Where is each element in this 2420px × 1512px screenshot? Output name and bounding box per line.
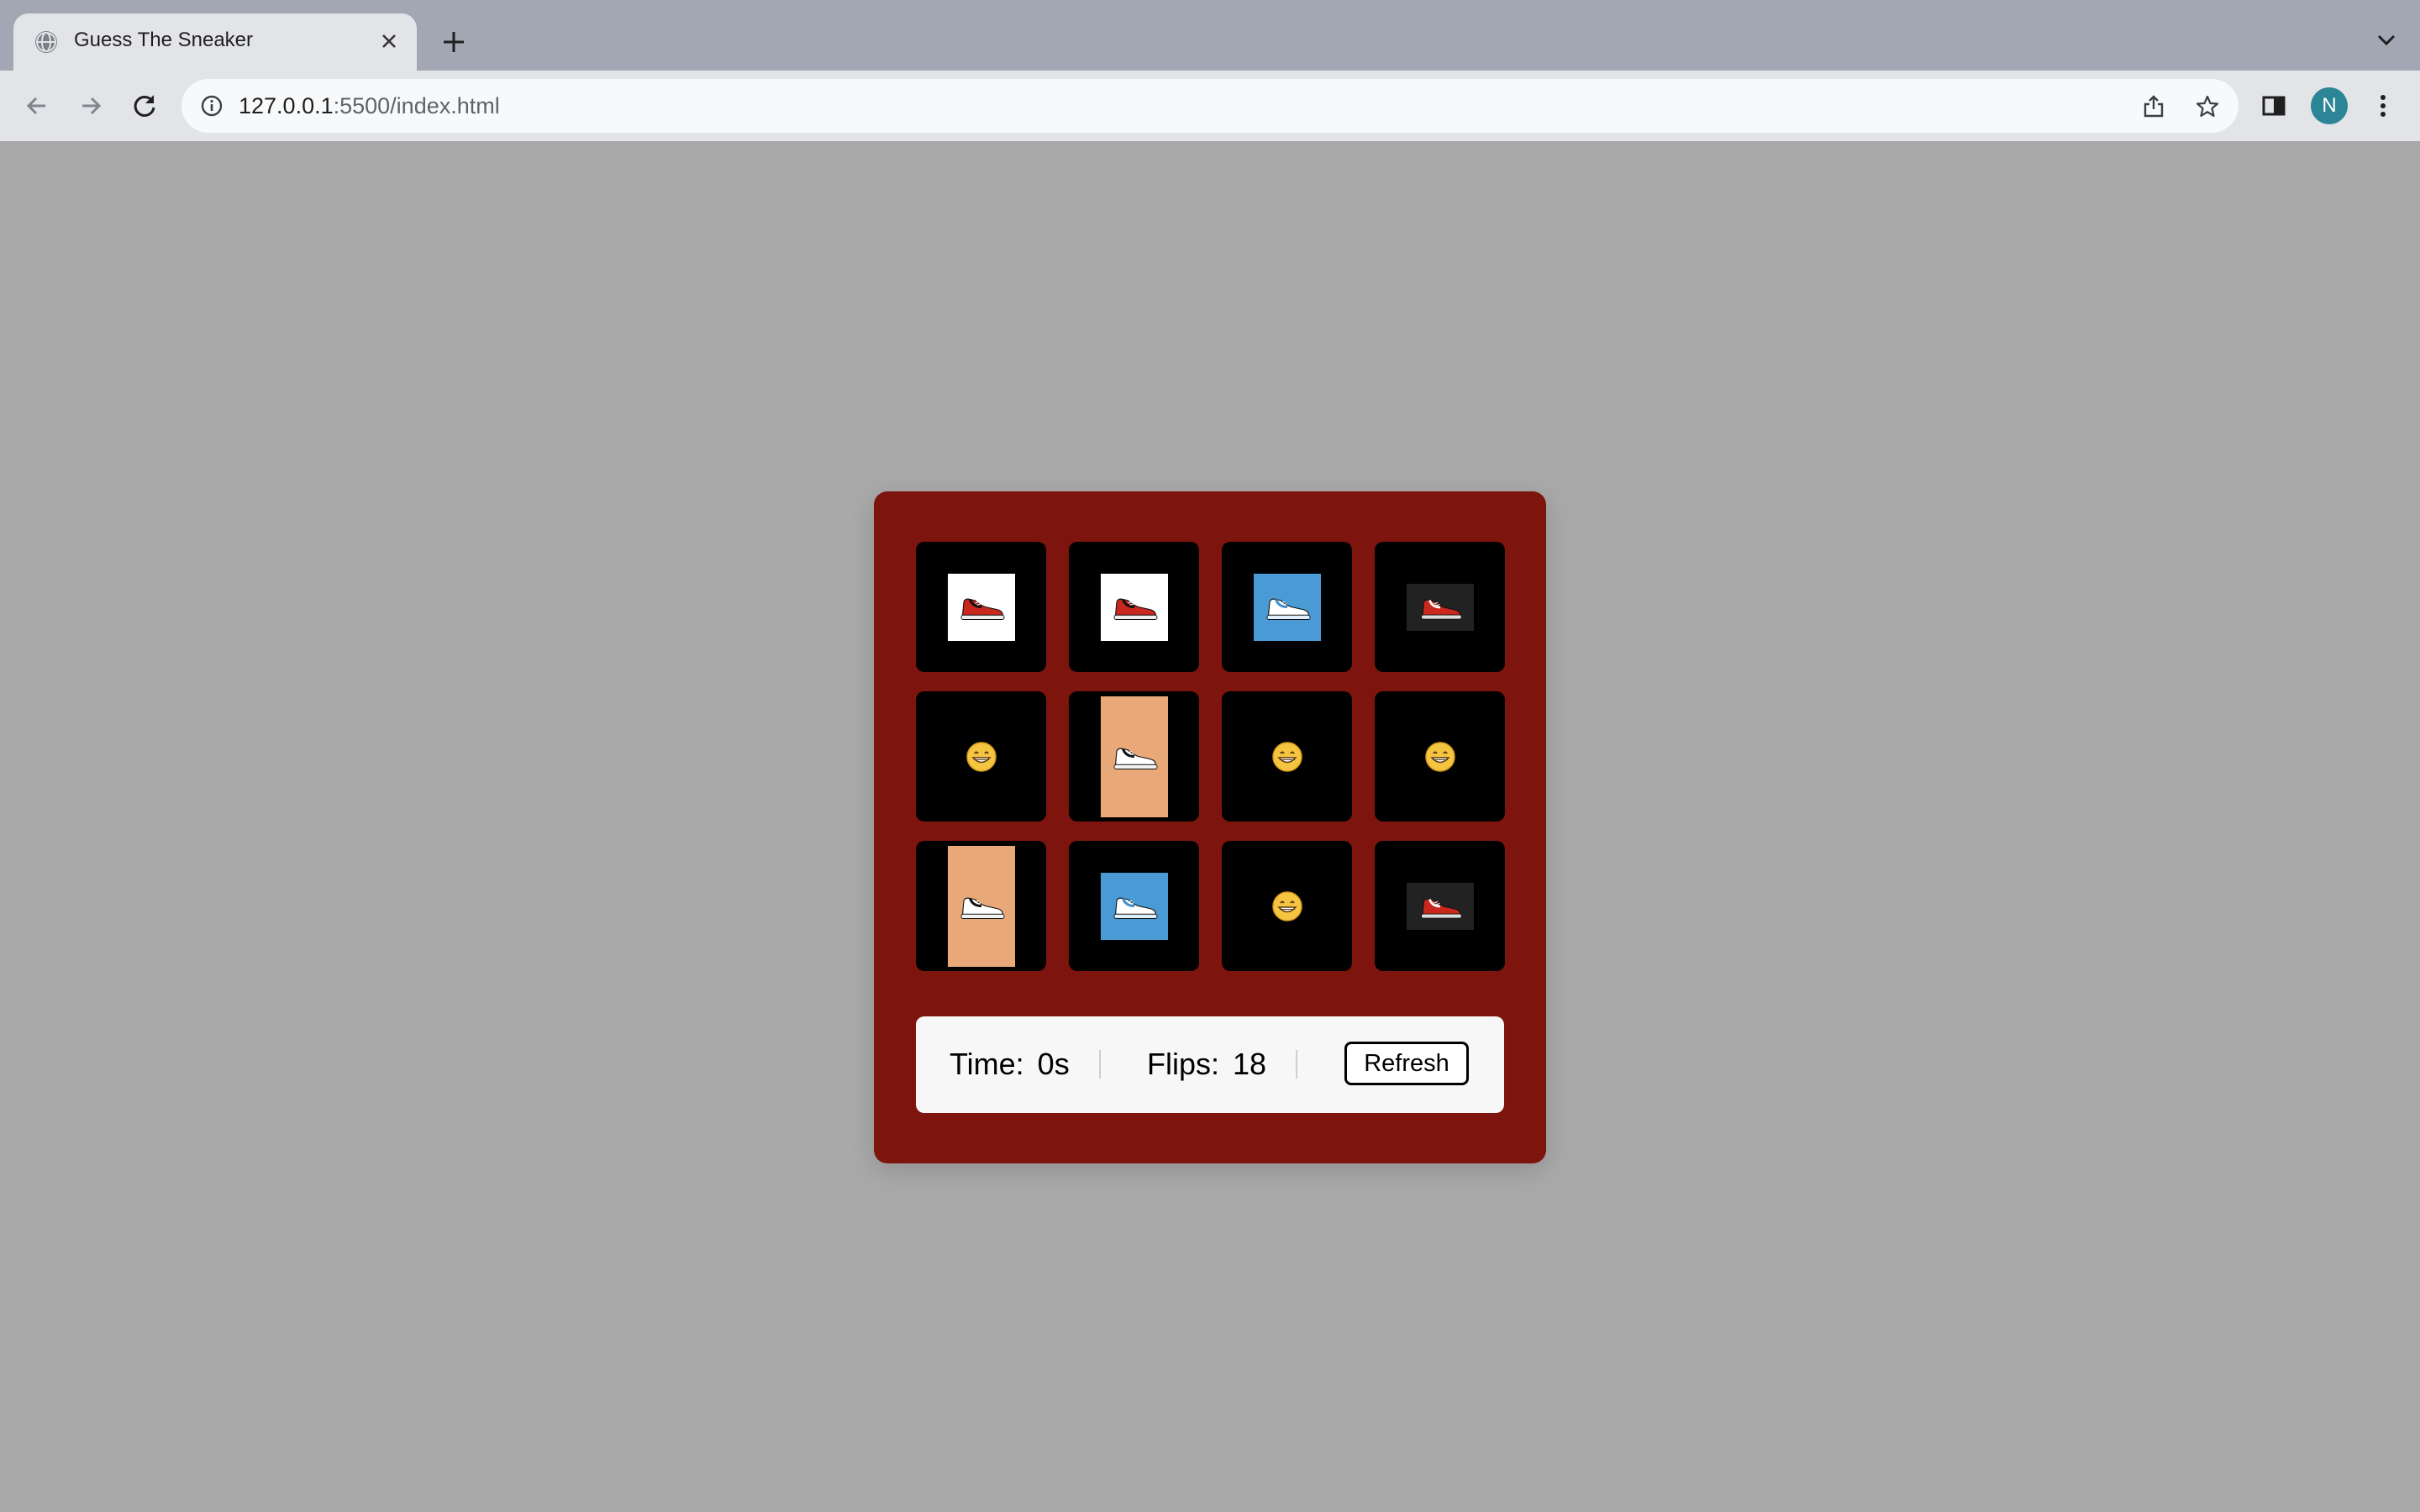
bookmark-star-icon[interactable]: [2195, 94, 2220, 119]
profile-avatar[interactable]: N: [2311, 87, 2348, 124]
stats-bar: Time: 0s Flips: 18 Refresh: [916, 1016, 1504, 1113]
browser-tab[interactable]: Guess The Sneaker: [13, 13, 417, 71]
sneaker-image: [1100, 872, 1168, 940]
card-revealed[interactable]: [1069, 841, 1199, 971]
card-revealed[interactable]: [1375, 542, 1505, 672]
back-arrow-icon[interactable]: [20, 89, 54, 123]
card-hidden[interactable]: [1375, 691, 1505, 822]
address-bar[interactable]: 127.0.0.1:5500/index.html: [182, 79, 2238, 133]
kebab-menu-icon[interactable]: [2366, 89, 2400, 123]
side-panel-icon[interactable]: [2257, 89, 2291, 123]
card-hidden[interactable]: [916, 691, 1046, 822]
sneaker-image: [1100, 573, 1168, 641]
share-icon[interactable]: [2141, 94, 2166, 119]
browser-toolbar: 127.0.0.1:5500/index.html N: [0, 71, 2420, 141]
time-stat: Time: 0s: [950, 1047, 1070, 1082]
card-grid: [916, 542, 1505, 971]
sneaker-image: [1253, 573, 1321, 641]
time-label: Time:: [950, 1047, 1024, 1081]
card-revealed[interactable]: [1375, 841, 1505, 971]
url-text: 127.0.0.1:5500/index.html: [239, 93, 500, 119]
info-icon[interactable]: [200, 94, 224, 118]
card-hidden[interactable]: [1222, 691, 1352, 822]
sneaker-image: [947, 845, 1015, 967]
grinning-face-icon: [1271, 741, 1303, 773]
card-revealed[interactable]: [1069, 542, 1199, 672]
sneaker-image: [947, 573, 1015, 641]
globe-icon: [35, 31, 57, 53]
time-value: 0s: [1037, 1047, 1070, 1081]
game-board: Time: 0s Flips: 18 Refresh: [874, 491, 1546, 1163]
url-path: :5500/index.html: [333, 93, 500, 118]
url-host: 127.0.0.1: [239, 93, 334, 118]
refresh-button[interactable]: Refresh: [1344, 1042, 1469, 1085]
card-revealed[interactable]: [916, 841, 1046, 971]
grinning-face-icon: [965, 741, 997, 773]
card-hidden[interactable]: [1222, 841, 1352, 971]
sneaker-image: [1100, 696, 1168, 817]
card-revealed[interactable]: [1222, 542, 1352, 672]
flips-stat: Flips: 18: [1147, 1047, 1266, 1082]
card-revealed[interactable]: [916, 542, 1046, 672]
browser-tabstrip: Guess The Sneaker: [0, 0, 2420, 71]
flips-label: Flips:: [1147, 1047, 1220, 1081]
card-revealed[interactable]: [1069, 691, 1199, 822]
sneaker-image: [1406, 882, 1474, 930]
forward-arrow-icon[interactable]: [74, 89, 108, 123]
reload-icon[interactable]: [128, 89, 161, 123]
sneaker-image: [1406, 583, 1474, 631]
chevron-down-icon[interactable]: [2371, 25, 2402, 55]
divider: [1296, 1050, 1297, 1079]
close-tab-icon[interactable]: [375, 27, 403, 55]
divider: [1099, 1050, 1101, 1079]
tab-title: Guess The Sneaker: [74, 29, 254, 51]
flips-value: 18: [1233, 1047, 1267, 1081]
new-tab-button[interactable]: [437, 25, 471, 59]
grinning-face-icon: [1271, 890, 1303, 922]
grinning-face-icon: [1424, 741, 1456, 773]
